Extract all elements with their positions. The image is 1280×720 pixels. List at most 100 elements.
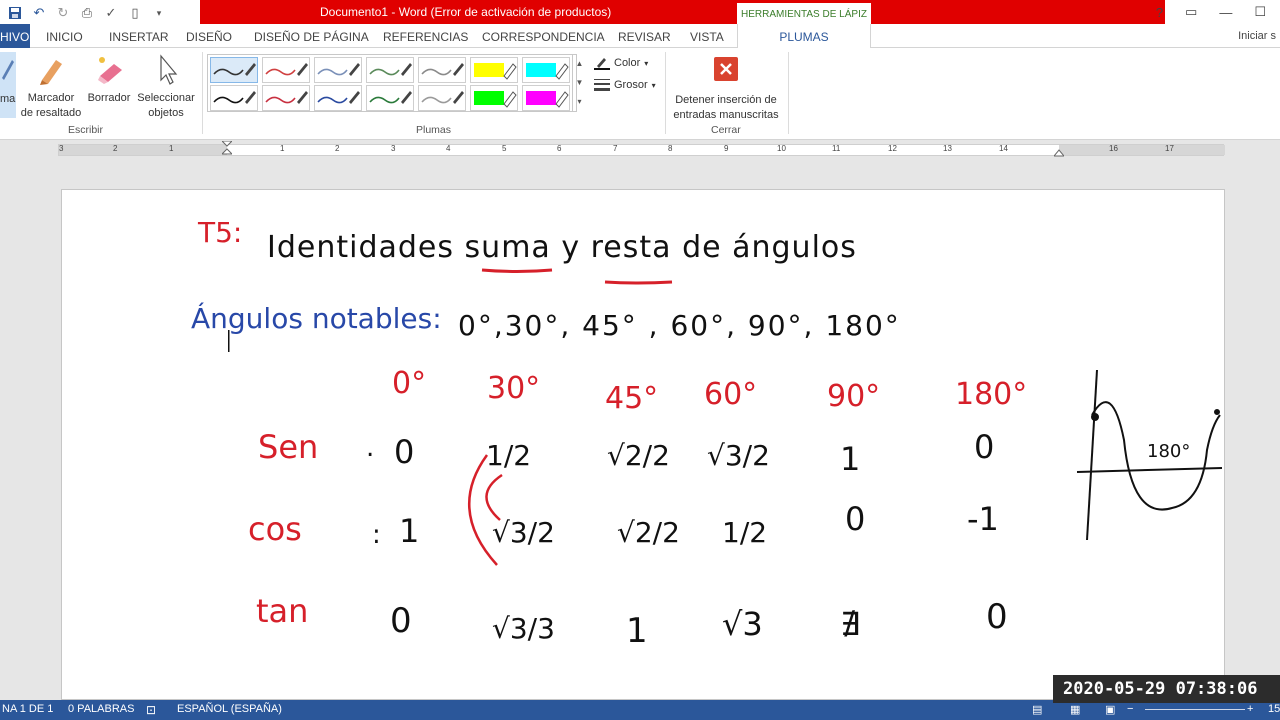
ink-canvas[interactable]: T5: Identidades suma y resta de ángulos … — [62, 190, 1224, 699]
highlighter-swatch-icon — [474, 63, 517, 80]
indent-marker-icon[interactable] — [222, 141, 232, 159]
highlighter-label-line2: de resaltado — [20, 107, 82, 119]
tab-correspondencia[interactable]: CORRESPONDENCIA — [482, 30, 605, 44]
tab-file[interactable]: HIVO — [0, 24, 30, 48]
pen-swatch[interactable] — [366, 85, 414, 111]
eraser-button[interactable]: Borrador — [84, 54, 134, 106]
language-indicator[interactable]: ESPAÑOL (ESPAÑA) — [177, 703, 282, 715]
sign-in-link[interactable]: Iniciar s — [1238, 30, 1276, 42]
row-label-cos: cos — [248, 510, 302, 548]
pen-swatch[interactable] — [418, 85, 466, 111]
ribbon-plumas: ma Marcador de resaltado Borrador Selecc… — [0, 48, 1280, 140]
graph-point — [1091, 413, 1099, 421]
group-label-plumas: Plumas — [416, 124, 452, 136]
context-tab-group-label: HERRAMIENTAS DE LÁPIZ — [737, 0, 871, 24]
tab-inicio[interactable]: INICIO — [46, 30, 83, 44]
right-indent-marker-icon[interactable] — [1054, 147, 1064, 157]
ruler-number: 1 — [169, 144, 174, 153]
tab-insertar[interactable]: INSERTAR — [109, 30, 169, 44]
timestamp-overlay: 2020-05-29 07:38:06 — [1053, 675, 1280, 703]
pen-swatch-icon — [369, 91, 412, 104]
pen-swatch-icon — [213, 63, 256, 76]
quick-access-toolbar: ↶ ↻ ⎙ ✓ ▯ ▾ — [0, 0, 168, 26]
highlighter-swatch[interactable] — [522, 57, 570, 83]
highlighter-swatch[interactable] — [470, 85, 518, 111]
print-preview-icon[interactable]: ⎙ — [78, 4, 96, 22]
tan-180: 0 — [986, 597, 1008, 637]
zoom-slider[interactable] — [1145, 709, 1245, 710]
undo-icon[interactable]: ↶ — [30, 4, 48, 22]
ruler-number: 6 — [557, 144, 562, 153]
print-layout-icon[interactable]: ▦ — [1070, 703, 1080, 716]
help-icon[interactable]: ? — [1156, 5, 1163, 20]
read-mode-icon[interactable]: ▤ — [1032, 703, 1042, 716]
tab-referencias[interactable]: REFERENCIAS — [383, 30, 468, 44]
cos-45: √2/2 — [617, 516, 680, 549]
angle-header-30: 30° — [487, 371, 540, 406]
tan-0: 0 — [390, 601, 412, 641]
redo-icon[interactable]: ↻ — [54, 4, 72, 22]
window-controls: ? ▭ — ☐ — [1156, 0, 1280, 24]
cos-60: 1/2 — [722, 516, 767, 549]
title-text: Identidades suma y resta de ángulos — [267, 230, 857, 265]
bracket-inner — [485, 473, 503, 521]
highlighter-button[interactable]: Marcador de resaltado — [18, 54, 84, 121]
pen-icon — [2, 60, 14, 80]
customize-qat-icon[interactable]: ▾ — [150, 4, 168, 22]
pen-swatch[interactable] — [314, 85, 362, 111]
group-separator — [665, 52, 666, 134]
spelling-icon[interactable]: ✓ — [102, 4, 120, 22]
tab-diseno[interactable]: DISEÑO — [186, 30, 232, 44]
minimize-icon[interactable]: — — [1219, 5, 1232, 20]
ruler-number: 7 — [613, 144, 618, 153]
separator-dot: . — [366, 433, 374, 463]
horizontal-ruler[interactable]: 3 2 1 1 2 3 4 5 6 7 8 9 10 11 12 13 14 1… — [58, 141, 1225, 159]
zoom-level[interactable]: 15 — [1268, 703, 1280, 715]
pen-button[interactable]: ma — [0, 52, 16, 118]
zoom-in-icon[interactable]: + — [1247, 703, 1253, 715]
save-icon[interactable] — [6, 4, 24, 22]
stop-inking-button[interactable]: Detener inserción de entradas manuscrita… — [668, 56, 784, 123]
tab-revisar[interactable]: REVISAR — [618, 30, 671, 44]
pen-swatch[interactable] — [262, 85, 310, 111]
graph-x-axis — [1076, 467, 1223, 473]
pen-swatch[interactable] — [262, 57, 310, 83]
pen-swatch[interactable] — [210, 85, 258, 111]
ribbon-display-icon[interactable]: ▭ — [1185, 4, 1197, 20]
select-arrow-icon — [160, 54, 178, 85]
proofing-icon[interactable]: ⊡ — [146, 703, 156, 717]
ruler-number: 17 — [1165, 144, 1174, 153]
close-icon — [714, 57, 738, 81]
sen-60: √3/2 — [707, 439, 770, 472]
page-count[interactable]: NA 1 DE 1 — [2, 703, 53, 715]
tab-vista[interactable]: VISTA — [690, 30, 724, 44]
pen-swatch[interactable] — [314, 57, 362, 83]
word-count[interactable]: 0 PALABRAS — [68, 703, 134, 715]
pen-swatch-icon — [265, 63, 308, 76]
maximize-icon[interactable]: ☐ — [1254, 4, 1266, 20]
thickness-dropdown[interactable]: Grosor ▾ — [594, 78, 656, 92]
underline-resta — [604, 280, 673, 285]
pen-swatch[interactable] — [210, 57, 258, 83]
color-dropdown[interactable]: Color ▾ — [594, 56, 648, 70]
row-label-tan: tan — [256, 592, 308, 630]
select-objects-button[interactable]: Seleccionar objetos — [135, 54, 197, 121]
pen-swatch[interactable] — [366, 57, 414, 83]
ruler-right-margin — [1059, 145, 1225, 155]
sen-0: 0 — [394, 433, 414, 471]
tan-30: √3/3 — [492, 612, 555, 645]
gallery-scroll[interactable]: ▲ ▼ ▾ — [572, 54, 586, 112]
new-document-icon[interactable]: ▯ — [126, 4, 144, 22]
highlighter-swatch[interactable] — [470, 57, 518, 83]
ruler-number: 2 — [335, 144, 340, 153]
tab-diseno-pagina[interactable]: DISEÑO DE PÁGINA — [254, 30, 369, 44]
ruler-number: 10 — [777, 144, 786, 153]
tan-45: 1 — [626, 611, 648, 651]
document-page[interactable]: T5: Identidades suma y resta de ángulos … — [61, 189, 1225, 700]
pen-swatch[interactable] — [418, 57, 466, 83]
pen-swatch-icon — [421, 91, 464, 104]
highlighter-swatch[interactable] — [522, 85, 570, 111]
web-layout-icon[interactable]: ▣ — [1105, 703, 1115, 716]
zoom-out-icon[interactable]: − — [1127, 703, 1133, 715]
tab-plumas[interactable]: PLUMAS — [737, 24, 871, 49]
